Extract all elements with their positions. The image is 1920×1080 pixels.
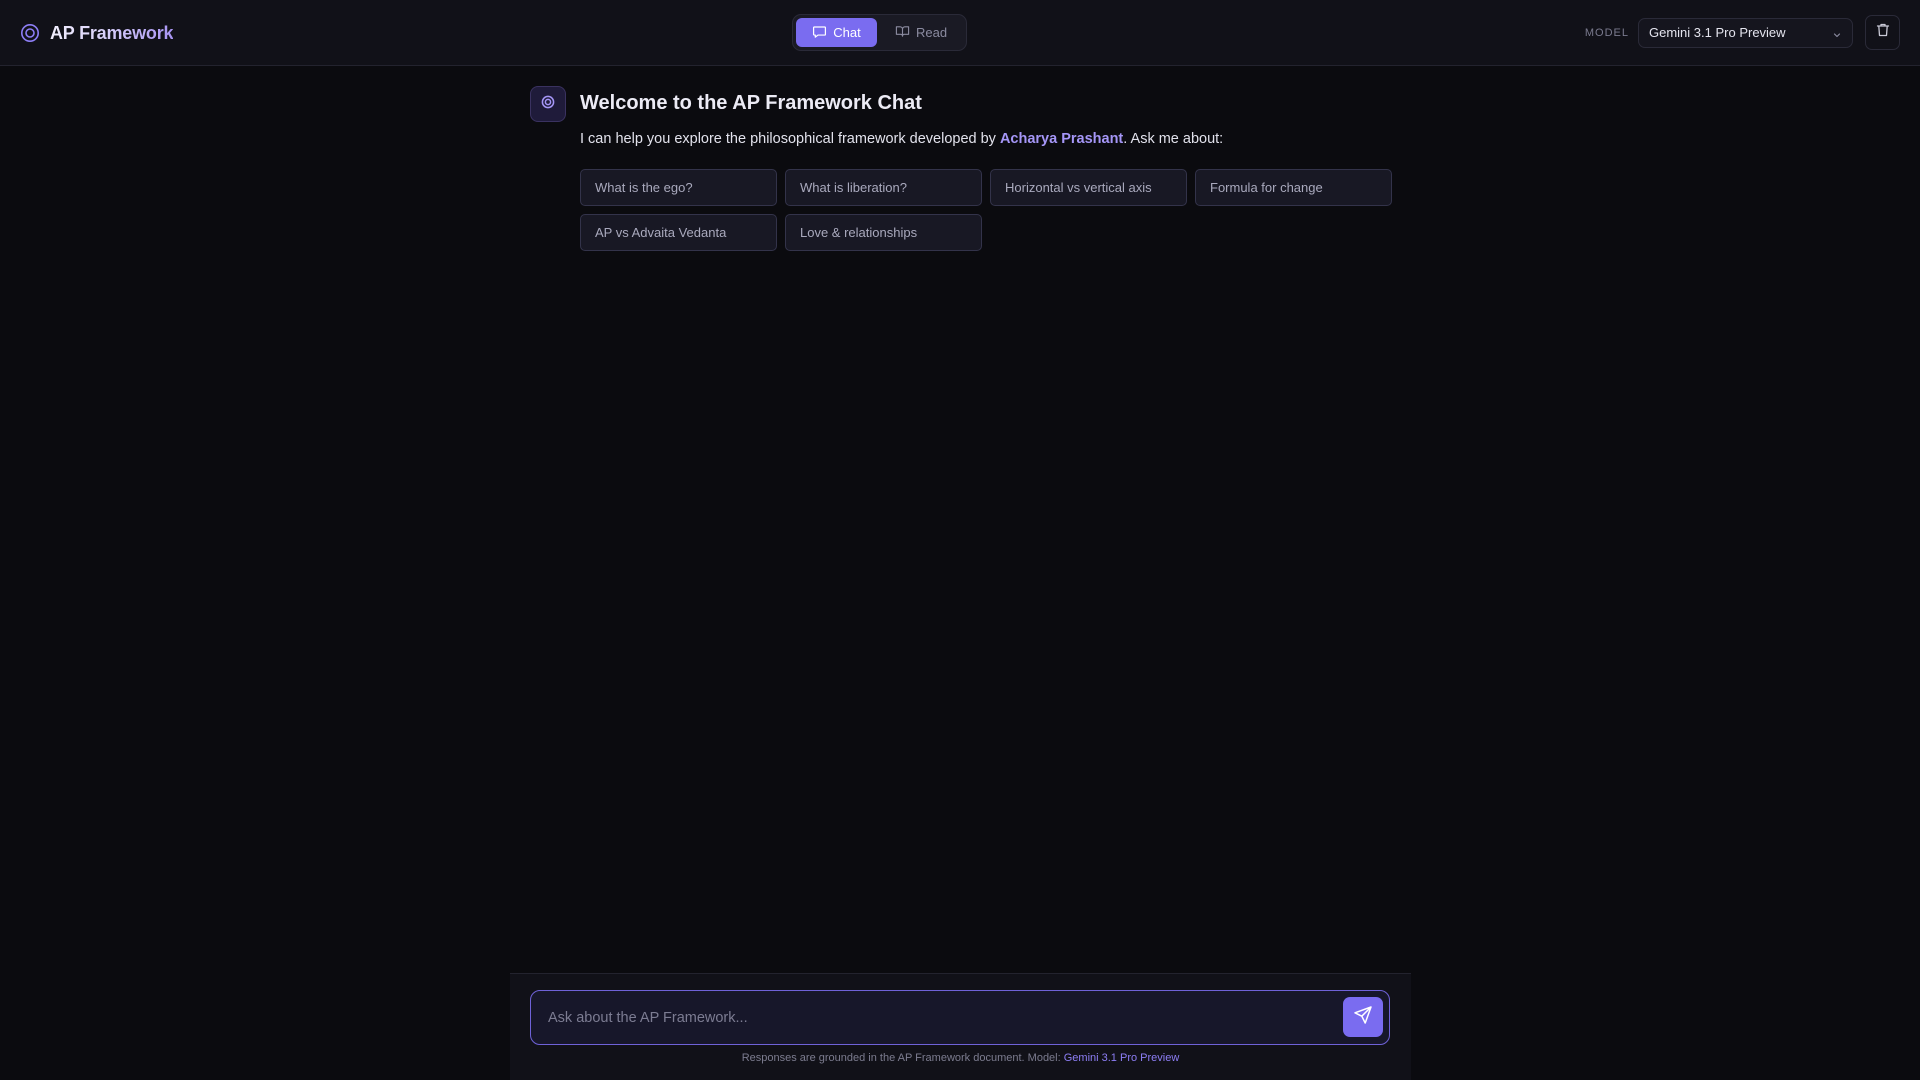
chat-bubble-icon (812, 24, 827, 42)
brand-title: AP Framework (50, 22, 174, 43)
tab-read[interactable]: Read (881, 18, 961, 47)
tab-chat-label: Chat (833, 25, 861, 40)
app-header: AP Framework Chat Read MODEL Gemini 3.1 … (0, 0, 1920, 66)
assistant-avatar (530, 86, 566, 122)
model-label: MODEL (1584, 26, 1629, 39)
send-icon (1353, 1005, 1373, 1030)
model-select[interactable]: Gemini 3.1 Pro Preview (1638, 17, 1853, 48)
trash-icon (1875, 22, 1891, 43)
clear-chat-button[interactable] (1865, 15, 1900, 50)
intro-prefix: I can help you explore the philosophical… (580, 131, 1000, 147)
suggestion-chip[interactable]: AP vs Advaita Vedanta (580, 214, 777, 251)
intro-text: I can help you explore the philosophical… (580, 129, 1392, 149)
suggestion-chip[interactable]: What is liberation? (785, 169, 982, 206)
welcome-title: Welcome to the AP Framework Chat (580, 92, 922, 114)
composer (530, 990, 1390, 1045)
book-open-icon (895, 24, 910, 42)
brand[interactable]: AP Framework (20, 18, 174, 48)
model-select-value: Gemini 3.1 Pro Preview (1649, 25, 1786, 40)
model-area: MODEL Gemini 3.1 Pro Preview (1585, 15, 1900, 50)
author-name: Acharya Prashant (999, 131, 1124, 147)
suggestion-chips: What is the ego? What is liberation? Hor… (580, 169, 1392, 251)
intro-suffix: . Ask me about: (1123, 131, 1224, 147)
tab-read-label: Read (915, 25, 948, 40)
suggestion-chip[interactable]: Formula for change (1195, 169, 1392, 206)
tab-chat[interactable]: Chat (796, 18, 877, 47)
footnote-model: Gemini 3.1 Pro Preview (1063, 1052, 1180, 1064)
suggestion-chip[interactable]: Love & relationships (785, 214, 982, 251)
target-circle-icon (20, 23, 40, 43)
assistant-message: Welcome to the AP Framework Chat I can h… (580, 86, 1392, 251)
composer-area: Responses are grounded in the AP Framewo… (510, 973, 1411, 1080)
target-circle-icon (541, 95, 555, 114)
footnote: Responses are grounded in the AP Framewo… (510, 1052, 1411, 1064)
send-button[interactable] (1343, 997, 1383, 1037)
chevron-down-icon (1832, 28, 1842, 38)
message-input[interactable] (531, 991, 1321, 1044)
mode-toggle: Chat Read (792, 14, 967, 51)
suggestion-chip[interactable]: Horizontal vs vertical axis (990, 169, 1187, 206)
suggestion-chip[interactable]: What is the ego? (580, 169, 777, 206)
footnote-text: Responses are grounded in the AP Framewo… (741, 1052, 1064, 1064)
